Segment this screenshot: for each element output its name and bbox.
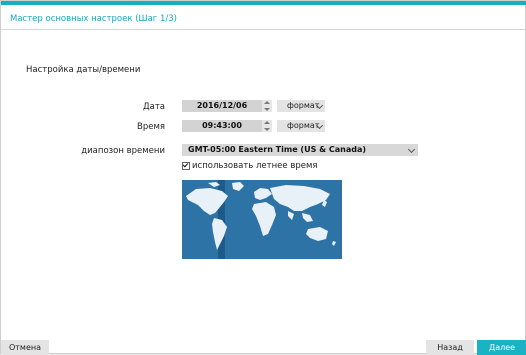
timezone-value: GMT-05:00 Eastern Time (US & Canada) (188, 145, 367, 154)
wizard-title: Мастер основных настроек (Шаг 1/3) (10, 14, 177, 24)
back-button[interactable]: Назад (426, 340, 474, 355)
date-label: Дата (142, 102, 165, 112)
timezone-label: диапозон времени (81, 146, 165, 156)
setup-wizard-window: Мастер основных настроек (Шаг 1/3) Настр… (0, 0, 526, 355)
world-map (182, 180, 342, 259)
spin-down-icon[interactable] (264, 108, 270, 111)
time-format-dropdown[interactable]: формат (277, 120, 325, 132)
time-field[interactable]: 09:43:00 (182, 120, 262, 132)
chevron-down-icon (407, 145, 416, 154)
accent-top-bar (1, 1, 526, 5)
date-field[interactable]: 2016/12/06 (182, 100, 262, 112)
time-label: Время (137, 122, 165, 132)
dst-checkbox[interactable]: использовать летнее время (182, 161, 318, 171)
spin-down-icon[interactable] (264, 128, 270, 131)
title-divider (1, 29, 526, 30)
time-spinner[interactable] (262, 120, 272, 132)
time-format-label: формат (287, 121, 320, 130)
section-title: Настройка даты/времени (26, 65, 141, 75)
spin-up-icon[interactable] (264, 121, 270, 124)
dst-label: использовать летнее время (192, 161, 318, 171)
timezone-dropdown[interactable]: GMT-05:00 Eastern Time (US & Canada) (182, 144, 418, 156)
checkbox-checked-icon[interactable] (182, 161, 190, 170)
world-map-icon (182, 180, 342, 259)
next-button[interactable]: Далее (477, 340, 526, 355)
date-format-label: формат (287, 101, 320, 110)
date-format-dropdown[interactable]: формат (277, 100, 325, 112)
spin-up-icon[interactable] (264, 101, 270, 104)
cancel-button[interactable]: Отмена (1, 340, 49, 355)
date-spinner[interactable] (262, 100, 272, 112)
